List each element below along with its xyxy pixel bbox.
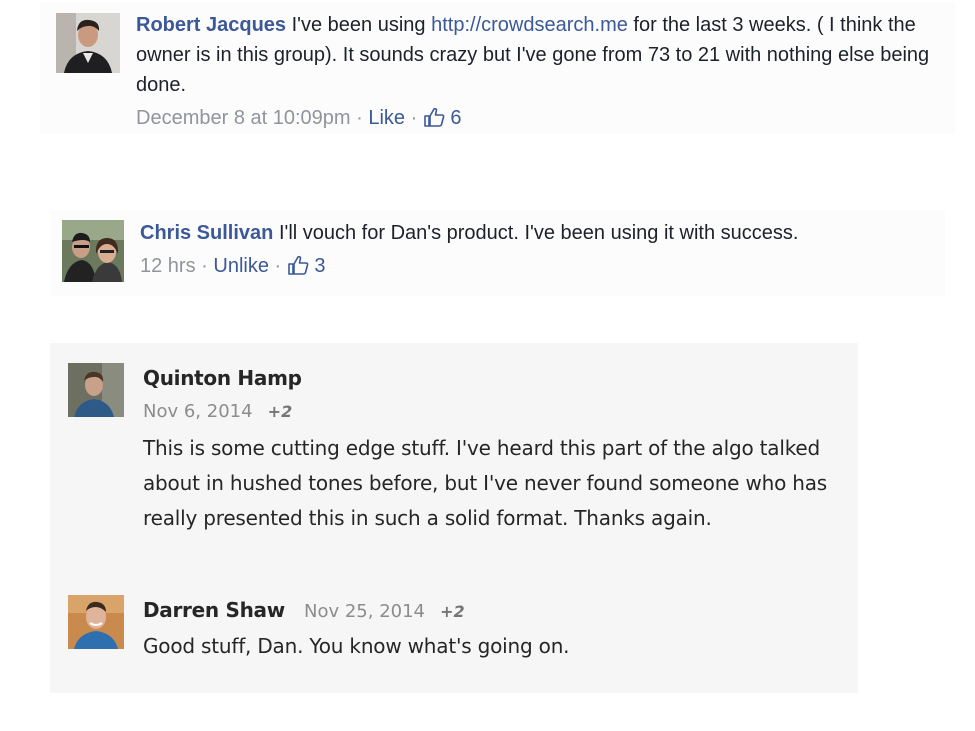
comment-timestamp[interactable]: December 8 at 10:09pm — [136, 107, 351, 129]
comment-date[interactable]: Nov 25, 2014 — [304, 601, 425, 622]
meta-separator: · — [356, 107, 363, 129]
comment-text: This is some cutting edge stuff. I've he… — [143, 436, 828, 530]
comment-text: I'll vouch for Dan's product. I've been … — [278, 222, 799, 244]
unlike-button[interactable]: Unlike — [213, 255, 269, 277]
comment-author[interactable]: Darren Shaw — [143, 598, 285, 622]
comment-header: Darren Shaw Nov 25, 2014 +2 — [143, 595, 843, 627]
fb-comment-robert-jacques: Robert Jacques I've been using http://cr… — [40, 2, 955, 134]
comment-dateline: Nov 6, 2014 +2 — [143, 395, 843, 429]
comment-meta: December 8 at 10:09pm · Like · 6 — [136, 103, 936, 133]
comment-header: Quinton Hamp — [143, 363, 843, 395]
fb-comment-chris-sullivan: Chris Sullivan I'll vouch for Dan's prod… — [50, 210, 945, 296]
comment-author[interactable]: Quinton Hamp — [143, 366, 302, 390]
avatar-chris-sullivan[interactable] — [62, 220, 124, 282]
meta-separator: · — [201, 255, 208, 277]
fb-comment-body: Robert Jacques I've been using http://cr… — [136, 10, 936, 133]
comment-text: Good stuff, Dan. You know what's going o… — [143, 634, 570, 658]
thumbs-up-icon[interactable] — [287, 255, 309, 275]
like-count[interactable]: 6 — [450, 107, 461, 129]
like-count[interactable]: 3 — [314, 255, 325, 277]
comment-timestamp[interactable]: 12 hrs — [140, 255, 196, 277]
avatar-robert-jacques[interactable] — [56, 13, 120, 73]
avatar-quinton-hamp[interactable] — [68, 363, 124, 417]
fb-comment-body: Chris Sullivan I'll vouch for Dan's prod… — [140, 218, 940, 281]
comment-text: I've been using — [291, 14, 426, 36]
comment-link[interactable]: http://crowdsearch.me — [431, 14, 628, 36]
comment-author[interactable]: Robert Jacques — [136, 14, 286, 36]
plus-one-count[interactable]: +2 — [440, 602, 465, 621]
gplus-comments-panel: Quinton Hamp Nov 6, 2014 +2 This is some… — [50, 343, 858, 693]
comment-date[interactable]: Nov 6, 2014 — [143, 401, 253, 422]
comment-author[interactable]: Chris Sullivan — [140, 222, 273, 244]
gplus-comment-content: Quinton Hamp Nov 6, 2014 +2 This is some… — [143, 363, 843, 536]
plus-one-count[interactable]: +2 — [268, 402, 293, 421]
thumbs-up-icon[interactable] — [423, 107, 445, 127]
avatar-darren-shaw[interactable] — [68, 595, 124, 649]
meta-separator: · — [274, 255, 282, 277]
like-button[interactable]: Like — [368, 107, 405, 129]
comment-meta: 12 hrs · Unlike · 3 — [140, 251, 940, 281]
gplus-comment-content: Darren Shaw Nov 25, 2014 +2 Good stuff, … — [143, 595, 843, 664]
meta-separator: · — [410, 107, 418, 129]
